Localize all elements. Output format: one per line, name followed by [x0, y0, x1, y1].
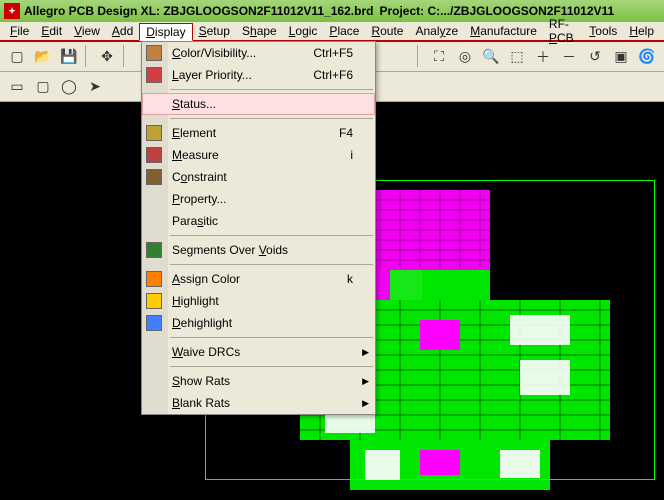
zoom-sel-icon[interactable]: ▣	[609, 45, 633, 69]
menu-item-label: Assign Color	[172, 272, 347, 286]
menu-item-shortcut: i	[350, 148, 353, 162]
menu-item-label: Constraint	[172, 170, 353, 184]
refresh-icon[interactable]: 🌀	[635, 45, 659, 69]
menu-item-label: Status...	[172, 97, 353, 111]
menu-shape[interactable]: Shape	[236, 23, 283, 39]
zoom-in-icon[interactable]: ＋	[531, 45, 555, 69]
menu-add[interactable]: Add	[106, 23, 139, 39]
open-icon[interactable]: 📂	[31, 45, 55, 69]
submenu-arrow-icon: ▶	[362, 376, 369, 387]
menu-item-label: Show Rats	[172, 374, 353, 388]
layers-icon	[146, 67, 162, 83]
zoom-out-icon[interactable]: －	[557, 45, 581, 69]
menu-item-label: Measure	[172, 148, 350, 162]
menu-item-highlight[interactable]: Highlight	[142, 290, 375, 312]
menu-route[interactable]: Route	[365, 23, 409, 39]
menu-item-label: Color/Visibility...	[172, 46, 313, 60]
menu-item-constraint[interactable]: Constraint	[142, 166, 375, 188]
zoom-all-icon[interactable]: ⛶	[427, 45, 451, 69]
menu-item-dehighlight[interactable]: Dehighlight	[142, 312, 375, 334]
zoom-prev-icon[interactable]: ↺	[583, 45, 607, 69]
submenu-arrow-icon: ▶	[362, 398, 369, 409]
menu-separator	[170, 337, 373, 338]
menu-item-label: Parasitic	[172, 214, 353, 228]
menu-item-blank-rats[interactable]: Blank Rats ▶	[142, 392, 375, 414]
menu-item-status[interactable]: Status...	[142, 93, 375, 115]
menu-analyze[interactable]: Analyze	[409, 23, 464, 39]
menubar: FileEditViewAddDisplaySetupShapeLogicPla…	[0, 22, 664, 42]
toolbar-separator	[85, 45, 91, 67]
menu-item-label: Dehighlight	[172, 316, 353, 330]
rect-icon[interactable]: ▭	[5, 75, 29, 99]
menu-logic[interactable]: Logic	[283, 23, 324, 39]
menu-item-waive-drcs[interactable]: Waive DRCs ▶	[142, 341, 375, 363]
menu-item-color-visibility[interactable]: Color/Visibility...Ctrl+F5	[142, 42, 375, 64]
menu-item-shortcut: Ctrl+F6	[313, 68, 353, 82]
menu-item-label: Property...	[172, 192, 353, 206]
display-menu-dropdown: Color/Visibility...Ctrl+F5Layer Priority…	[141, 41, 376, 415]
menu-help[interactable]: Help	[623, 23, 660, 39]
select-icon[interactable]: ➤	[83, 75, 107, 99]
menu-item-label: Element	[172, 126, 339, 140]
menu-item-shortcut: k	[347, 272, 353, 286]
menu-item-label: Blank Rats	[172, 396, 353, 410]
menu-tools[interactable]: Tools	[583, 23, 623, 39]
menu-item-show-rats[interactable]: Show Rats ▶	[142, 370, 375, 392]
menu-separator	[170, 89, 373, 90]
menu-file[interactable]: File	[4, 23, 35, 39]
menu-item-shortcut: Ctrl+F5	[313, 46, 353, 60]
menu-edit[interactable]: Edit	[35, 23, 68, 39]
menu-item-parasitic[interactable]: Parasitic	[142, 210, 375, 232]
dehighlight-icon	[146, 315, 162, 331]
menu-item-label: Layer Priority...	[172, 68, 313, 82]
menu-item-segments-over-voids[interactable]: Segments Over Voids	[142, 239, 375, 261]
menu-manufacture[interactable]: Manufacture	[464, 23, 543, 39]
menu-setup[interactable]: Setup	[193, 23, 236, 39]
element-icon	[146, 125, 162, 141]
app-title: Allegro PCB Design XL: ZBJGLOOGSON2F1101…	[24, 4, 373, 18]
menu-item-label: Waive DRCs	[172, 345, 353, 359]
menu-item-property[interactable]: Property...	[142, 188, 375, 210]
menu-item-label: Highlight	[172, 294, 353, 308]
toolbar-separator	[417, 45, 423, 67]
menu-item-measure[interactable]: Measurei	[142, 144, 375, 166]
menu-rf-pcb[interactable]: RF-PCB	[543, 16, 583, 46]
palette-icon	[146, 45, 162, 61]
measure-icon	[146, 147, 162, 163]
menu-item-element[interactable]: ElementF4	[142, 122, 375, 144]
menu-item-label: Segments Over Voids	[172, 243, 353, 257]
constraint-icon	[146, 169, 162, 185]
menu-item-shortcut: F4	[339, 126, 353, 140]
menu-place[interactable]: Place	[323, 23, 365, 39]
segments-icon	[146, 242, 162, 258]
toolbar-separator	[123, 45, 129, 67]
menu-item-layer-priority[interactable]: Layer Priority...Ctrl+F6	[142, 64, 375, 86]
menu-separator	[170, 235, 373, 236]
menu-item-assign-color[interactable]: Assign Colork	[142, 268, 375, 290]
zoom-fit-icon[interactable]: ⬚	[505, 45, 529, 69]
zoom-window-icon[interactable]: 🔍	[479, 45, 503, 69]
submenu-arrow-icon: ▶	[362, 347, 369, 358]
menu-view[interactable]: View	[68, 23, 106, 39]
menu-separator	[170, 366, 373, 367]
app-icon: ✦	[4, 3, 20, 19]
menu-separator	[170, 118, 373, 119]
roundrect-icon[interactable]: ▢	[31, 75, 55, 99]
highlight-icon	[146, 293, 162, 309]
save-icon[interactable]: 💾	[57, 45, 81, 69]
menu-display[interactable]: Display	[139, 23, 192, 41]
zoom-center-icon[interactable]: ◎	[453, 45, 477, 69]
assign-color-icon	[146, 271, 162, 287]
menu-separator	[170, 264, 373, 265]
move-icon[interactable]: ✥	[95, 45, 119, 69]
new-icon[interactable]: ▢	[5, 45, 29, 69]
circle-icon[interactable]: ◯	[57, 75, 81, 99]
